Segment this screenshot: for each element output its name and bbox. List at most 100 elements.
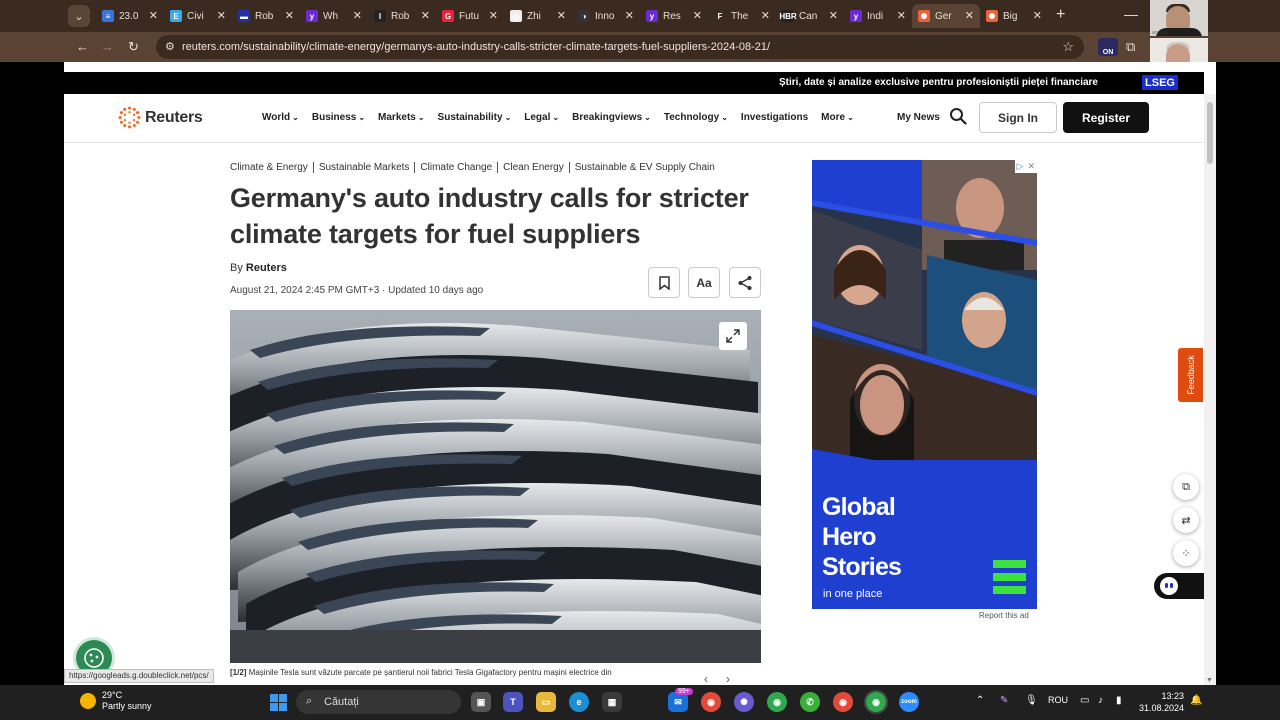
breadcrumb-item[interactable]: Sustainable & EV Supply Chain (568, 162, 720, 173)
language-indicator[interactable]: ROU (1048, 695, 1068, 705)
close-tab-icon[interactable]: ✕ (965, 9, 974, 22)
nav-item-sustainability[interactable]: Sustainability ⌄ (438, 112, 512, 123)
reload-icon[interactable]: ↻ (128, 39, 139, 55)
close-tab-icon[interactable]: ✕ (1033, 9, 1042, 22)
minimize-window-button[interactable]: — (1124, 6, 1138, 22)
expand-image-button[interactable] (719, 322, 747, 350)
taskbar-search[interactable]: ⌕ Căutați (296, 690, 461, 714)
microphone-icon[interactable]: 🎙 (1025, 695, 1038, 706)
browser-tab[interactable]: ✺ Ger ✕ (912, 4, 980, 28)
close-tab-icon[interactable]: ✕ (829, 9, 838, 22)
reuters-logo[interactable]: Reuters (118, 106, 203, 129)
browser-tab[interactable]: ▬ Rob ✕ (232, 4, 300, 28)
browser-tab[interactable]: E Civi ✕ (164, 4, 232, 28)
task-view-icon[interactable]: ▣ (471, 692, 491, 712)
close-tab-icon[interactable]: ✕ (625, 9, 634, 22)
nav-item-business[interactable]: Business ⌄ (312, 112, 365, 123)
reader-mode-button[interactable]: ⧉ (1173, 474, 1199, 500)
browser-tab[interactable]: ◎ Zhi ✕ (504, 4, 572, 28)
browser-tab[interactable]: ✺ Big ✕ (980, 4, 1048, 28)
close-tab-icon[interactable]: ✕ (557, 9, 566, 22)
next-image-icon[interactable]: › (726, 672, 748, 685)
close-tab-icon[interactable]: ✕ (285, 9, 294, 22)
breadcrumb-item[interactable]: Sustainable Markets (312, 162, 415, 173)
browser-tab[interactable]: ◑ Inno ✕ (572, 4, 640, 28)
close-tab-icon[interactable]: ✕ (217, 9, 226, 22)
browser-tab[interactable]: y Wh ✕ (300, 4, 368, 28)
nav-item-world[interactable]: World ⌄ (262, 112, 299, 123)
browser-tab[interactable]: F The ✕ (708, 4, 776, 28)
my-news-link[interactable]: My News (897, 112, 940, 123)
mail-icon[interactable]: ✉ (668, 692, 688, 712)
address-bar[interactable]: ⚙ reuters.com/sustainability/climate-ene… (156, 35, 1084, 59)
bookmark-star-icon[interactable]: ☆ (1062, 39, 1074, 55)
clock[interactable]: 13:23 31.08.2024 (1138, 690, 1184, 714)
advertisement[interactable]: ▷ ✕ Global Hero Stories in one place (812, 160, 1037, 609)
page-scrollbar[interactable]: ▼ (1204, 94, 1216, 685)
apps-button[interactable]: ⁘ (1173, 540, 1199, 566)
extension-icon[interactable]: ON (1098, 38, 1118, 56)
scroll-down-arrow-icon[interactable]: ▼ (1206, 677, 1213, 684)
file-explorer-icon[interactable]: ▭ (536, 692, 556, 712)
browser-tab[interactable]: y Res ✕ (640, 4, 708, 28)
nav-item-more[interactable]: More ⌄ (821, 112, 854, 123)
teams-icon[interactable]: T (503, 692, 523, 712)
notifications-icon[interactable]: 🔔 (1190, 695, 1202, 706)
zoom-icon[interactable]: zoom (899, 692, 919, 712)
forward-arrow-icon[interactable]: → (101, 39, 114, 54)
tray-overflow-icon[interactable]: ⌃ (976, 695, 984, 706)
ad-choices[interactable]: ▷ ✕ (1014, 160, 1037, 173)
browser-tab[interactable]: HBR Can ✕ (776, 4, 844, 28)
chrome-second-icon[interactable]: ◉ (833, 692, 853, 712)
browser-tab[interactable]: y Indi ✕ (844, 4, 912, 28)
close-tab-icon[interactable]: ✕ (897, 9, 906, 22)
close-tab-icon[interactable]: ✕ (761, 9, 770, 22)
volume-icon[interactable]: ♪ (1098, 695, 1103, 706)
new-tab-button[interactable]: + (1056, 6, 1065, 24)
nav-item-legal[interactable]: Legal ⌄ (524, 112, 559, 123)
close-tab-icon[interactable]: ✕ (489, 9, 498, 22)
tab-search-button[interactable]: ⌄ (68, 5, 90, 27)
scrollbar-thumb[interactable] (1207, 102, 1213, 164)
author-link[interactable]: Reuters (246, 262, 287, 274)
font-size-button[interactable]: Aa (688, 267, 720, 298)
browser-tab[interactable]: I Rob ✕ (368, 4, 436, 28)
breadcrumb-item[interactable]: Climate Change (414, 162, 497, 173)
chrome-profile-icon[interactable]: ◉ (767, 692, 787, 712)
nav-item-breakingviews[interactable]: Breakingviews ⌄ (572, 112, 651, 123)
hero-image[interactable] (230, 310, 761, 663)
close-tab-icon[interactable]: ✕ (693, 9, 702, 22)
pen-icon[interactable]: ✎ (1000, 695, 1008, 706)
translate-button[interactable]: ⇄ (1173, 507, 1199, 533)
nav-item-markets[interactable]: Markets ⌄ (378, 112, 425, 123)
browser-tab[interactable]: G Futu ✕ (436, 4, 504, 28)
start-button[interactable] (270, 694, 287, 711)
search-icon[interactable] (949, 107, 967, 125)
nav-item-investigations[interactable]: Investigations (741, 112, 808, 123)
weather-widget[interactable]: 29°C Partly sunny (80, 690, 152, 712)
register-button[interactable]: Register (1063, 102, 1149, 133)
close-tab-icon[interactable]: ✕ (353, 9, 362, 22)
extensions-puzzle-icon[interactable]: ⧉ (1126, 39, 1135, 55)
breadcrumb-item[interactable]: Climate & Energy (230, 162, 313, 173)
chrome-icon[interactable]: ◉ (701, 692, 721, 712)
close-ad-icon[interactable]: ✕ (1027, 161, 1035, 172)
edge-icon[interactable]: e (569, 692, 589, 712)
report-ad-link[interactable]: Report this ad (979, 611, 1029, 620)
browser-tab[interactable]: ≡ 23.0 ✕ (96, 4, 164, 28)
assistant-button[interactable] (1154, 573, 1204, 599)
promo-banner[interactable]: Știri, date și analize exclusive pentru … (64, 72, 1204, 94)
sign-in-button[interactable]: Sign In (979, 102, 1057, 133)
breadcrumb-item[interactable]: Clean Energy (497, 162, 569, 173)
chrome-active-icon[interactable]: ◉ (866, 692, 886, 712)
previous-image-icon[interactable]: ‹ (704, 672, 726, 685)
share-button[interactable] (729, 267, 761, 298)
feedback-tab[interactable]: Feedback (1178, 348, 1203, 402)
phone-app-icon[interactable]: ✆ (800, 692, 820, 712)
site-settings-icon[interactable]: ⚙ (165, 40, 175, 53)
back-arrow-icon[interactable]: ← (76, 39, 89, 54)
close-tab-icon[interactable]: ✕ (149, 9, 158, 22)
display-icon[interactable]: ▭ (1080, 695, 1089, 706)
close-tab-icon[interactable]: ✕ (421, 9, 430, 22)
settings-gear-icon[interactable]: ✺ (734, 692, 754, 712)
